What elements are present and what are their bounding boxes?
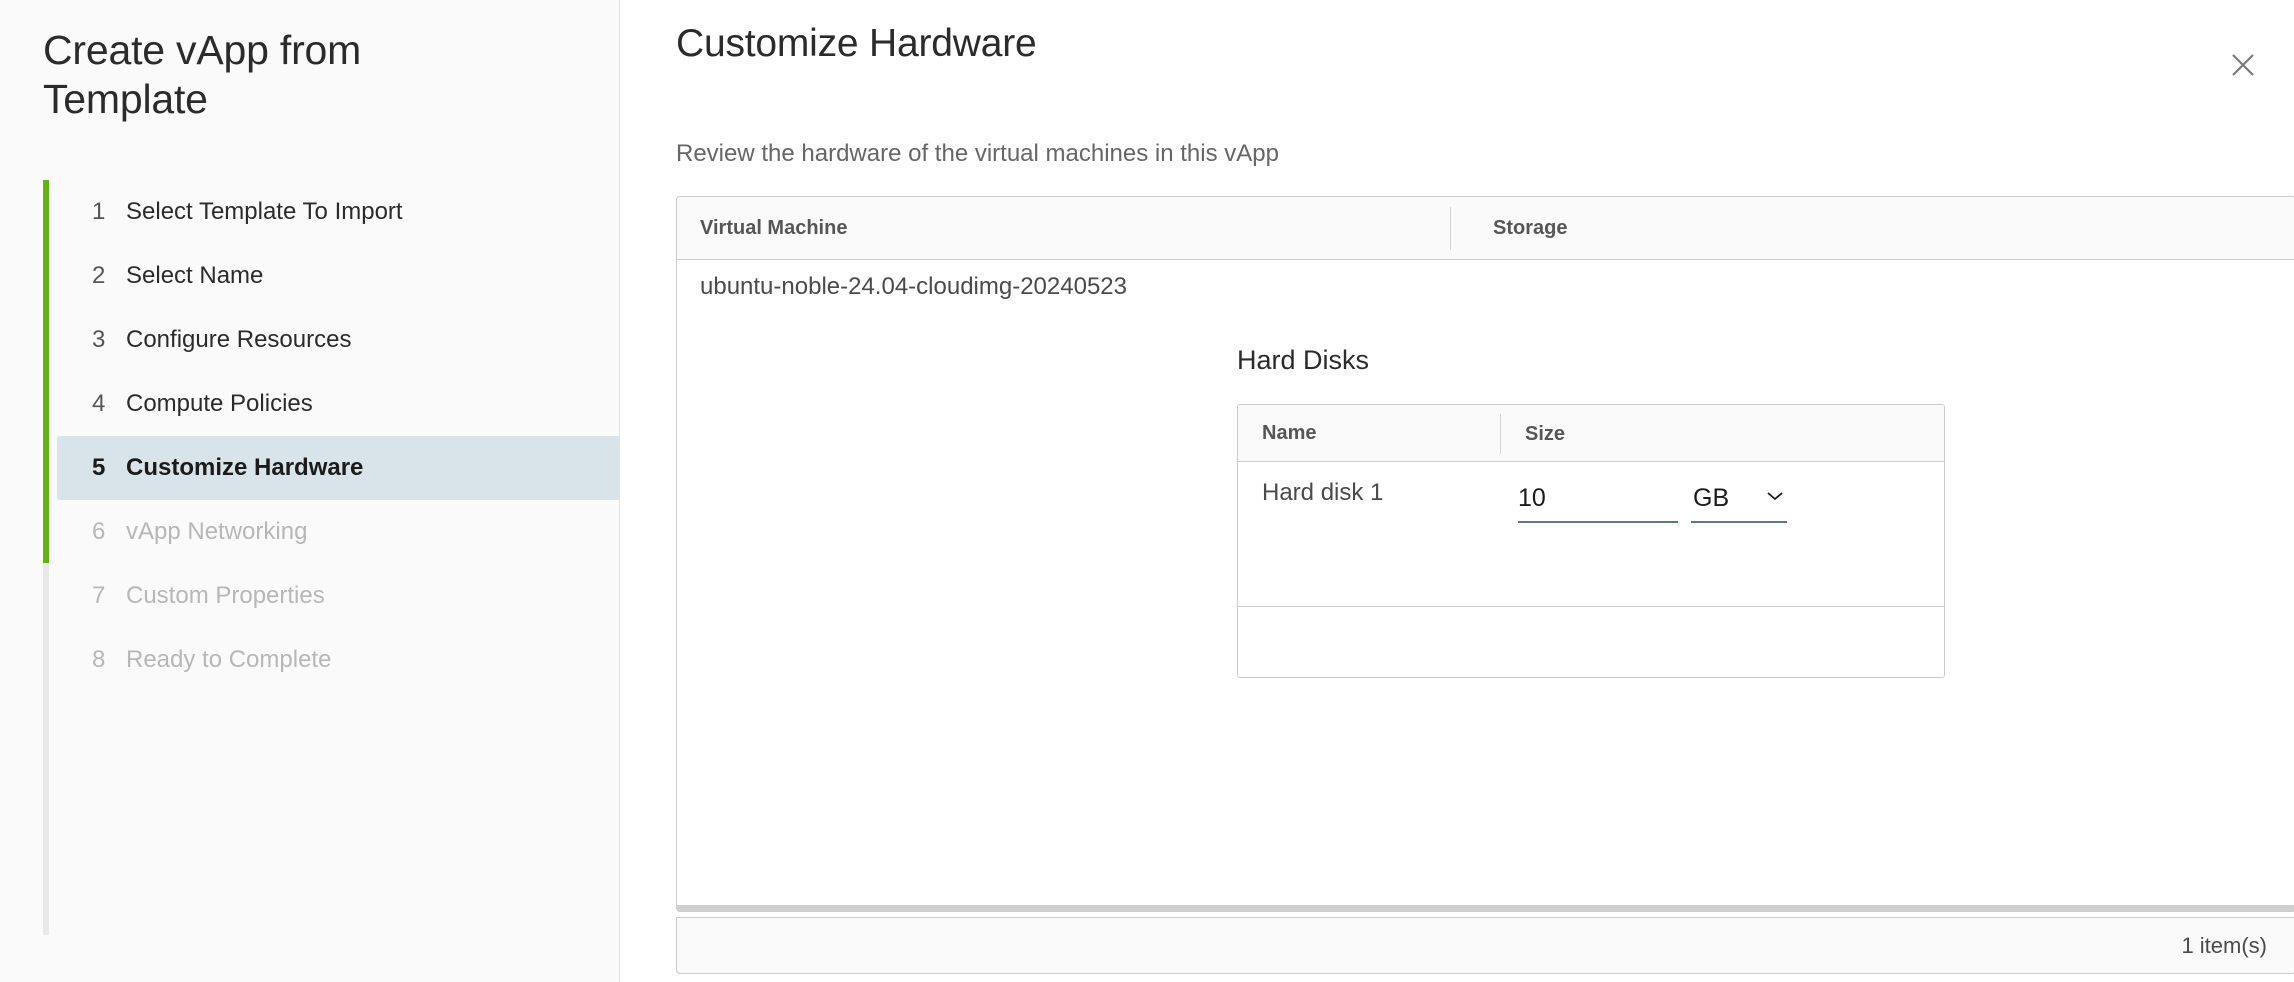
page-subtitle: Review the hardware of the virtual machi… [676,140,1279,167]
close-icon [2230,52,2256,78]
step-label: Select Name [126,262,264,289]
step-number: 2 [92,262,106,289]
step-number: 8 [92,646,106,673]
step-number: 4 [92,390,106,417]
table-row: ubuntu-noble-24.04-cloudimg-20240523 Har… [677,260,2294,906]
column-header-size[interactable]: Size [1500,414,1944,454]
hard-disk-name: Hard disk 1 [1262,479,1384,506]
step-label: Select Template To Import [126,198,403,225]
sidebar-step-custom-properties: 7 Custom Properties [57,564,620,628]
hard-disks-empty-area [1238,607,1944,677]
step-label: Customize Hardware [126,454,364,481]
wizard-title: Create vApp from Template [43,27,362,122]
sidebar-step-vapp-networking: 6 vApp Networking [57,500,620,564]
step-label: vApp Networking [126,518,308,545]
disk-size-unit-label: GB [1693,484,1730,512]
step-number: 6 [92,518,106,545]
step-label: Custom Properties [126,582,325,609]
hard-disk-row: Hard disk 1 GB [1238,462,1944,607]
column-header-virtual-machine[interactable]: Virtual Machine [677,197,1450,260]
disk-size-input[interactable] [1518,482,1678,523]
step-label: Configure Resources [126,326,352,353]
sidebar-step-configure-resources[interactable]: 3 Configure Resources [57,308,620,372]
sidebar-step-customize-hardware[interactable]: 5 Customize Hardware [57,436,620,500]
wizard-sidebar: Create vApp from Template 1 Select Templ… [0,0,620,982]
step-number: 3 [92,326,106,353]
sidebar-step-compute-policies[interactable]: 4 Compute Policies [57,372,620,436]
page-title: Customize Hardware [676,22,1037,65]
chevron-down-icon [1765,489,1785,508]
wizard-main-panel: Customize Hardware Review the hardware o… [620,0,2294,982]
disk-size-controls: GB [1518,482,1787,523]
progress-rail-completed [43,180,49,563]
column-header-name[interactable]: Name [1238,405,1500,462]
item-count: 1 item(s) [2181,932,2267,958]
table-header-row: Virtual Machine Storage [677,197,2294,260]
column-header-storage[interactable]: Storage [1450,207,2294,250]
step-label: Ready to Complete [126,646,332,673]
step-label: Compute Policies [126,390,313,417]
hard-disks-header-row: Name Size [1238,405,1944,462]
step-number: 5 [92,454,106,481]
create-vapp-wizard: Create vApp from Template 1 Select Templ… [0,0,2294,982]
step-number: 7 [92,582,106,609]
virtual-machines-table: Virtual Machine Storage ubuntu-noble-24.… [676,196,2294,912]
table-footer: 1 item(s) [676,917,2294,974]
horizontal-scrollbar[interactable] [677,905,2294,911]
hard-disks-section: Hard Disks Name Size Hard disk 1 GB [1237,345,2237,678]
sidebar-step-select-name[interactable]: 2 Select Name [57,244,620,308]
sidebar-step-select-template-to-import[interactable]: 1 Select Template To Import [57,180,620,244]
hard-disks-table: Name Size Hard disk 1 GB [1237,404,1945,678]
sidebar-step-ready-to-complete: 8 Ready to Complete [57,628,620,692]
disk-size-unit-select[interactable]: GB [1691,482,1787,523]
progress-rail-remaining [43,563,49,935]
hard-disks-heading: Hard Disks [1237,345,1370,375]
virtual-machine-name: ubuntu-noble-24.04-cloudimg-20240523 [700,273,1127,300]
step-number: 1 [92,198,106,225]
close-button[interactable] [2220,42,2266,88]
